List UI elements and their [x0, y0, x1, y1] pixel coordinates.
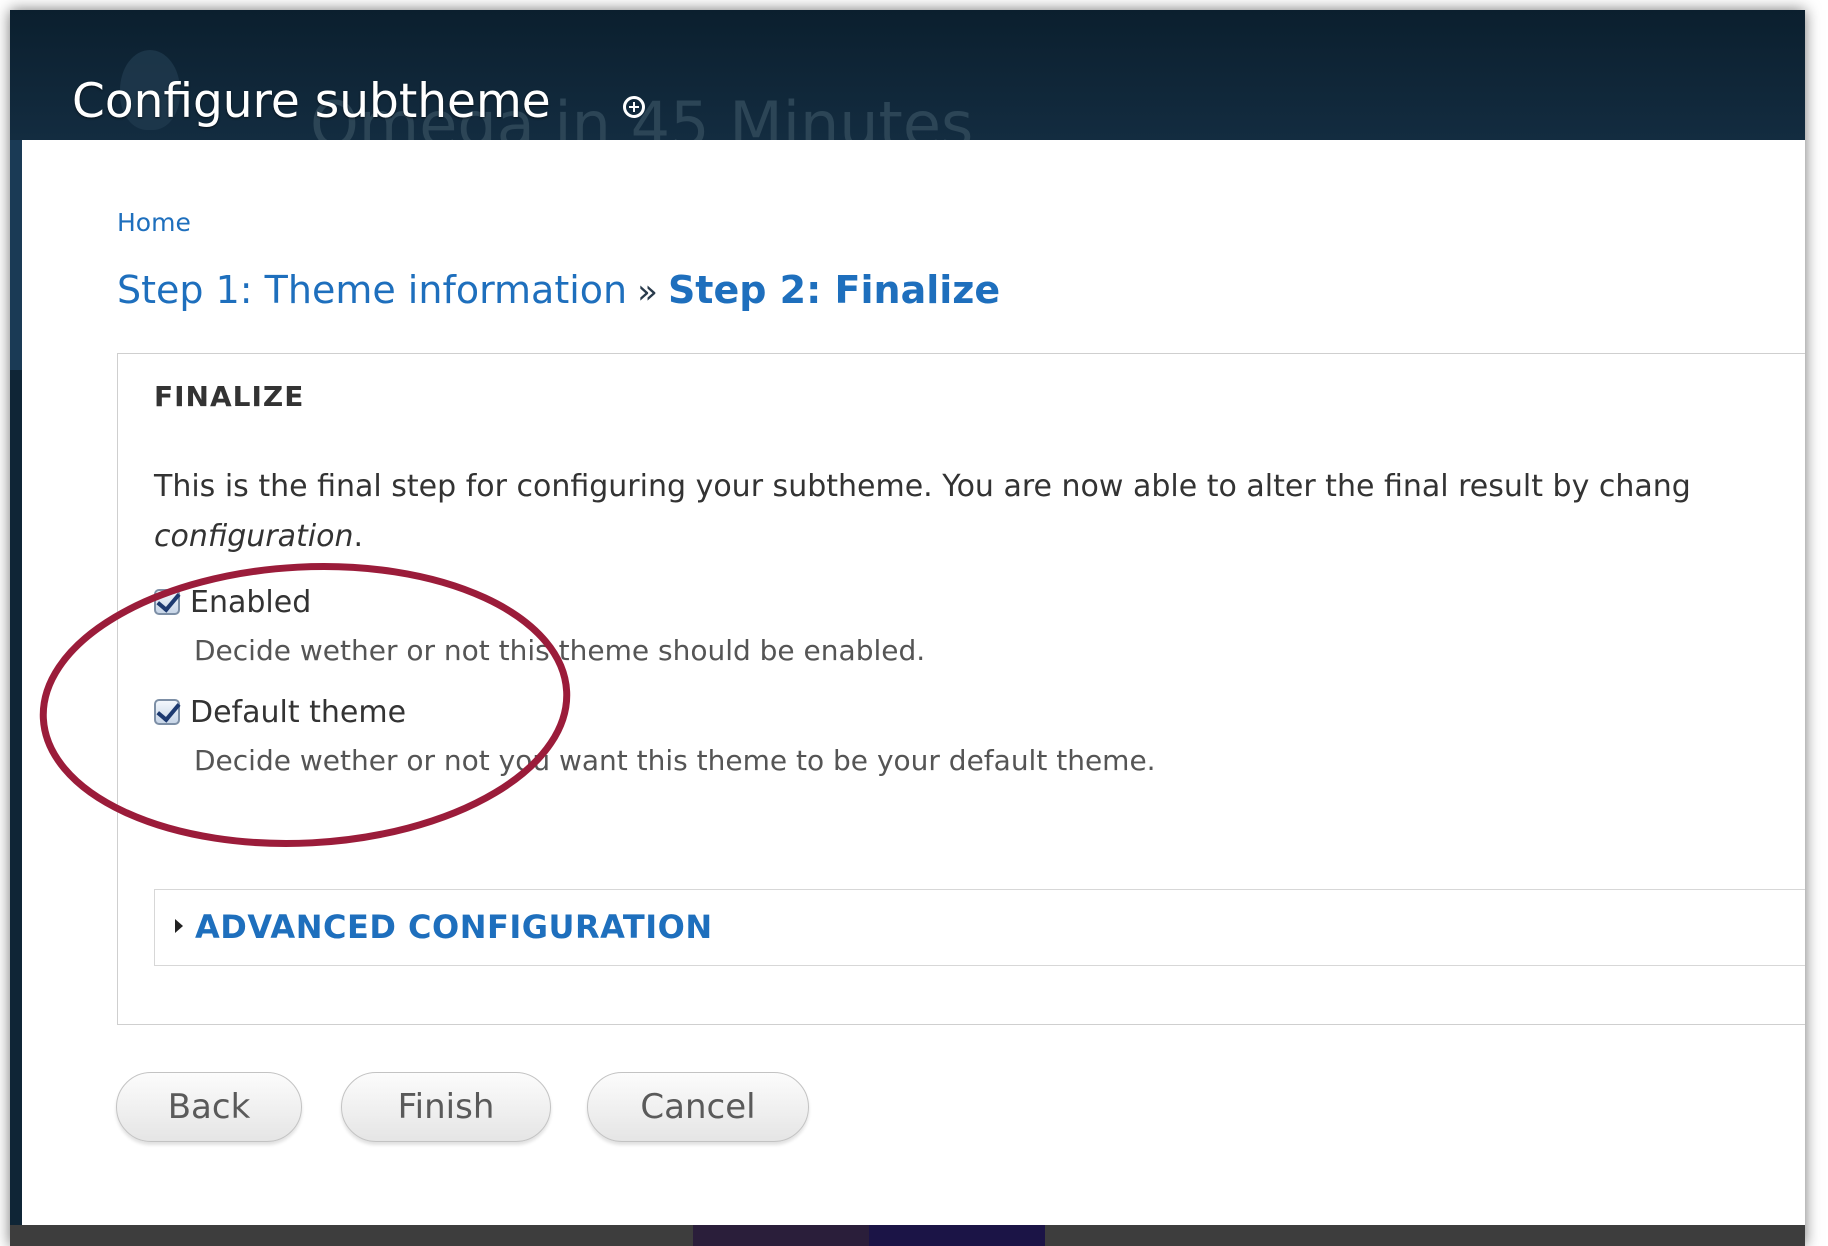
enabled-label[interactable]: Enabled	[190, 585, 311, 620]
finalize-fieldset: FINALIZE This is the final step for conf…	[117, 353, 1805, 1025]
modal-frame: Omega in 45 Minutes Configure subtheme H…	[10, 10, 1805, 1246]
back-button[interactable]: Back	[116, 1072, 302, 1142]
screenshot-canvas: Omega in 45 Minutes Configure subtheme H…	[0, 0, 1828, 1246]
advanced-configuration-fieldset[interactable]: ADVANCED CONFIGURATION	[154, 889, 1805, 966]
description-text: This is the final step for configuring y…	[154, 469, 1691, 504]
description-emphasis: configuration	[154, 519, 354, 554]
triangle-right-icon[interactable]	[175, 919, 183, 933]
advanced-configuration-toggle[interactable]: ADVANCED CONFIGURATION	[195, 908, 713, 946]
background-footer-strip	[10, 1225, 1805, 1246]
default-theme-checkbox[interactable]	[154, 697, 181, 725]
enabled-checkbox[interactable]	[154, 587, 181, 615]
background-side-strip	[10, 140, 22, 370]
wizard-steps: Step 1: Theme information» Step 2: Finali…	[117, 268, 1000, 312]
default-theme-help: Decide wether or not you want this theme…	[194, 744, 1156, 777]
description-period: .	[353, 519, 364, 554]
fieldset-legend: FINALIZE	[154, 380, 305, 413]
background-tile	[869, 1225, 1045, 1246]
modal-header: Omega in 45 Minutes Configure subtheme	[10, 10, 1805, 161]
modal-title: Configure subtheme	[72, 74, 551, 129]
checkmark-icon	[156, 697, 181, 723]
step-separator: »	[637, 272, 658, 312]
step-1-link[interactable]: Step 1: Theme information	[117, 268, 627, 312]
background-tile	[693, 1225, 869, 1246]
default-theme-label[interactable]: Default theme	[190, 695, 406, 730]
finish-button[interactable]: Finish	[341, 1072, 551, 1142]
step-2-current: Step 2: Finalize	[667, 268, 1001, 312]
fieldset-description: This is the final step for configuring y…	[154, 462, 1805, 562]
checkmark-icon	[156, 587, 181, 613]
enabled-help: Decide wether or not this theme should b…	[194, 634, 926, 667]
cancel-button[interactable]: Cancel	[587, 1072, 809, 1142]
default-theme-checkbox-row[interactable]: Default theme	[154, 692, 406, 732]
modal-content: Home Step 1: Theme information» Step 2: F…	[22, 140, 1805, 1225]
plus-circle-icon[interactable]	[623, 96, 645, 118]
enabled-checkbox-row[interactable]: Enabled	[154, 582, 311, 622]
breadcrumb-home-link[interactable]: Home	[117, 208, 191, 237]
